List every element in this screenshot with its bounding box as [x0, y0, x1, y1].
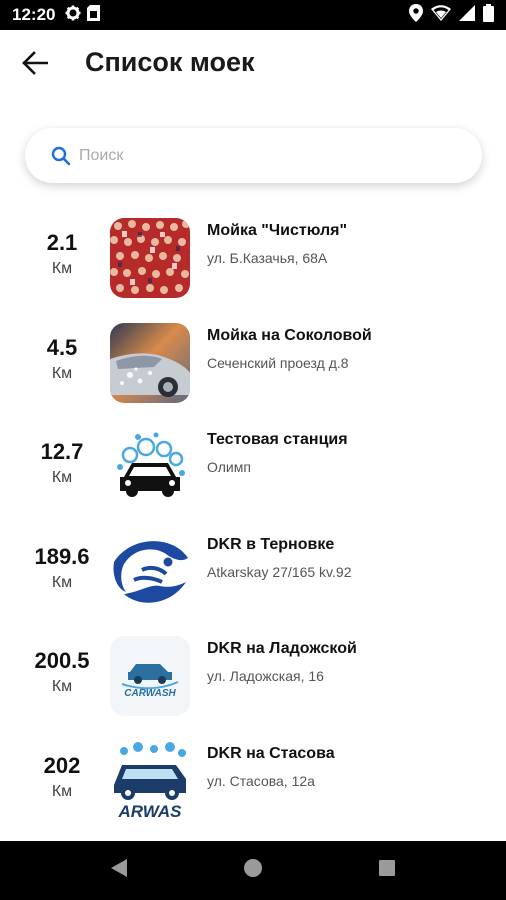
car-bubbles-logo	[110, 427, 190, 507]
car-wash-address: Сеченский проезд д.8	[207, 354, 349, 371]
recents-square-icon	[378, 859, 396, 882]
nav-back-button[interactable]	[107, 859, 131, 883]
search-input[interactable]	[79, 146, 439, 165]
list-item[interactable]: 189.6 Км DKR в Терновке Atkarskay 27/165…	[0, 522, 506, 627]
car-wash-address: ул. Б.Казачья, 68А	[207, 250, 328, 266]
distance: 4.5 Км	[22, 333, 102, 385]
distance-value: 202	[43, 752, 81, 778]
gear-icon	[65, 5, 81, 26]
crowd-photo	[110, 218, 190, 298]
list-item[interactable]: 12.7 Км Тестовая станция Олимп	[0, 417, 506, 522]
car-wash-address: Atkarskay 27/165 kv.92	[207, 563, 352, 580]
car-wash-photo	[110, 322, 190, 403]
car-wash-name: DKR в Терновке	[207, 535, 335, 553]
distance-unit: Км	[51, 782, 73, 800]
carwash-car-logo: ARWAS	[110, 740, 190, 821]
car-wash-name: Тестовая станция	[207, 431, 348, 448]
arrow-back-icon	[22, 50, 49, 80]
distance-value: 189.6	[34, 543, 90, 569]
distance-unit: Км	[51, 469, 73, 486]
list-item[interactable]: 4.5 Км Мойка на Соколовой Сеченский прое…	[0, 313, 506, 418]
location-icon	[409, 3, 423, 27]
signal-icon	[459, 4, 475, 26]
car-wash-name: DKR на Ладожской	[207, 640, 357, 657]
car-wash-address: ул. Ладожская, 16	[207, 668, 324, 684]
car-wash-name: Мойка на Соколовой	[207, 326, 372, 344]
nav-home-button[interactable]	[241, 859, 265, 883]
car-wash-address: ул. Стасова, 12а	[207, 772, 315, 789]
distance-unit: Км	[51, 364, 73, 382]
distance-value: 12.7	[40, 439, 84, 464]
wifi-icon	[431, 4, 451, 26]
home-circle-icon	[243, 858, 263, 883]
distance-value: 2.1	[46, 230, 78, 255]
car-wash-name: DKR на Стасова	[207, 744, 335, 762]
distance: 12.7 Км	[22, 437, 102, 489]
status-bar: 12:20	[0, 0, 506, 30]
back-triangle-icon	[110, 858, 128, 883]
distance-value: 4.5	[46, 334, 78, 360]
status-time: 12:20	[12, 5, 56, 24]
list-item[interactable]: 2.1 Км Мойка "Чистюля" ул. Б.Казачья, 68…	[0, 208, 506, 313]
distance: 2.1 Км	[22, 228, 102, 280]
system-nav-bar	[0, 841, 506, 900]
carwash-logo: CARWASH	[110, 636, 190, 716]
search-icon	[51, 146, 71, 166]
nav-recents-button[interactable]	[375, 859, 399, 883]
carwash-logo-text: ARWAS	[118, 802, 183, 821]
distance-unit: Км	[51, 678, 73, 695]
carwash-logo-text: CARWASH	[124, 688, 176, 699]
list-item[interactable]: 202 Км ARWAS DKR на Стасова ул. Стасова,…	[0, 731, 506, 836]
distance-value: 200.5	[34, 648, 90, 673]
list-item[interactable]: 200.5 Км CARWASH DKR на Ладожской ул. Ла…	[0, 626, 506, 731]
battery-icon	[483, 3, 494, 27]
distance: 202 Км	[22, 751, 102, 803]
distance: 200.5 Км	[22, 646, 102, 698]
sim-card-icon	[87, 4, 101, 26]
fish-logo	[110, 531, 190, 612]
page-title: Список моек	[85, 47, 255, 77]
distance-unit: Км	[51, 573, 73, 591]
car-wash-name: Мойка "Чистюля"	[207, 222, 348, 239]
back-button[interactable]	[18, 50, 52, 80]
car-wash-list: 2.1 Км Мойка "Чистюля" ул. Б.Казачья, 68…	[0, 208, 506, 835]
search-box[interactable]	[25, 128, 482, 183]
distance-unit: Км	[51, 260, 73, 277]
distance: 189.6 Км	[22, 542, 102, 594]
app-bar: Список моек	[0, 30, 506, 100]
car-wash-address: Олимп	[207, 459, 251, 475]
